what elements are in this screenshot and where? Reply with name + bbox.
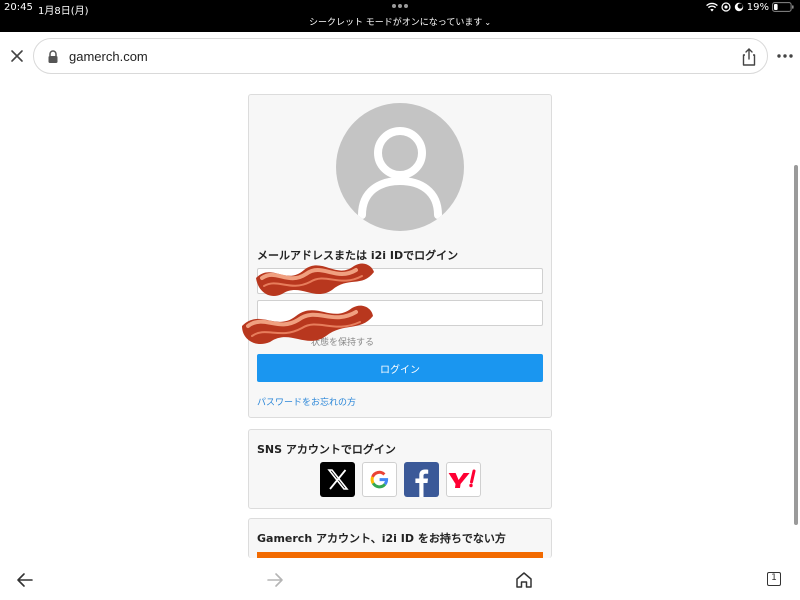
lock-icon (48, 50, 58, 63)
home-icon[interactable] (514, 570, 534, 590)
more-options-icon[interactable] (776, 53, 794, 59)
tab-switcher-button[interactable]: 1 (767, 572, 781, 586)
sns-heading: SNS アカウントでログイン (257, 443, 396, 456)
multitasking-dots-icon[interactable] (391, 3, 409, 9)
x-login-button[interactable] (320, 462, 355, 497)
close-icon[interactable] (8, 47, 26, 65)
location-icon (721, 2, 731, 12)
google-icon (370, 470, 389, 489)
login-heading: メールアドレスまたは i2i IDでログイン (257, 249, 459, 262)
wifi-icon (705, 2, 718, 12)
chevron-down-icon: ⌄ (484, 18, 492, 27)
x-icon (327, 469, 349, 490)
status-time: 20:45 (4, 2, 33, 13)
focus-icon (734, 2, 743, 12)
sns-buttons (320, 462, 481, 497)
browser-toolbar: gamerch.com (0, 32, 800, 80)
password-field[interactable] (257, 300, 543, 326)
forgot-password-link[interactable]: パスワードをお忘れの方 (257, 395, 356, 408)
back-arrow-icon[interactable] (15, 570, 35, 590)
status-bar: 20:45 1月8日(月) 19% シークレット モードがオンになっています ⌄ (0, 0, 800, 32)
sns-login-card: SNS アカウントでログイン (248, 429, 552, 509)
facebook-login-button[interactable] (404, 462, 439, 497)
incognito-notice-text: シークレット モードがオンになっています (308, 18, 483, 28)
incognito-notice[interactable]: シークレット モードがオンになっています ⌄ (0, 15, 800, 28)
remember-me-label[interactable]: 状態を保持する (311, 335, 374, 348)
avatar (336, 103, 464, 231)
user-icon (358, 127, 442, 219)
email-field[interactable] (257, 268, 543, 294)
address-bar[interactable]: gamerch.com (33, 38, 768, 74)
forward-arrow-icon[interactable] (265, 570, 285, 590)
status-indicators: 19% (705, 1, 794, 13)
yahoo-login-button[interactable] (446, 462, 481, 497)
scrollbar[interactable] (794, 165, 798, 525)
battery-percent: 19% (746, 1, 769, 13)
google-login-button[interactable] (362, 462, 397, 497)
facebook-icon (415, 469, 429, 497)
share-icon[interactable] (740, 47, 758, 67)
register-button[interactable] (257, 552, 543, 558)
login-card: メールアドレスまたは i2i IDでログイン 状態を保持する ログイン パスワー… (248, 94, 552, 418)
battery-icon (772, 2, 794, 12)
yahoo-icon (448, 469, 476, 488)
url-text: gamerch.com (69, 49, 148, 64)
browser-bottom-bar: 1 (0, 560, 800, 600)
login-button[interactable]: ログイン (257, 354, 543, 382)
register-card: Gamerch アカウント、i2i ID をお持ちでない方 (248, 518, 552, 558)
register-heading: Gamerch アカウント、i2i ID をお持ちでない方 (257, 532, 506, 545)
